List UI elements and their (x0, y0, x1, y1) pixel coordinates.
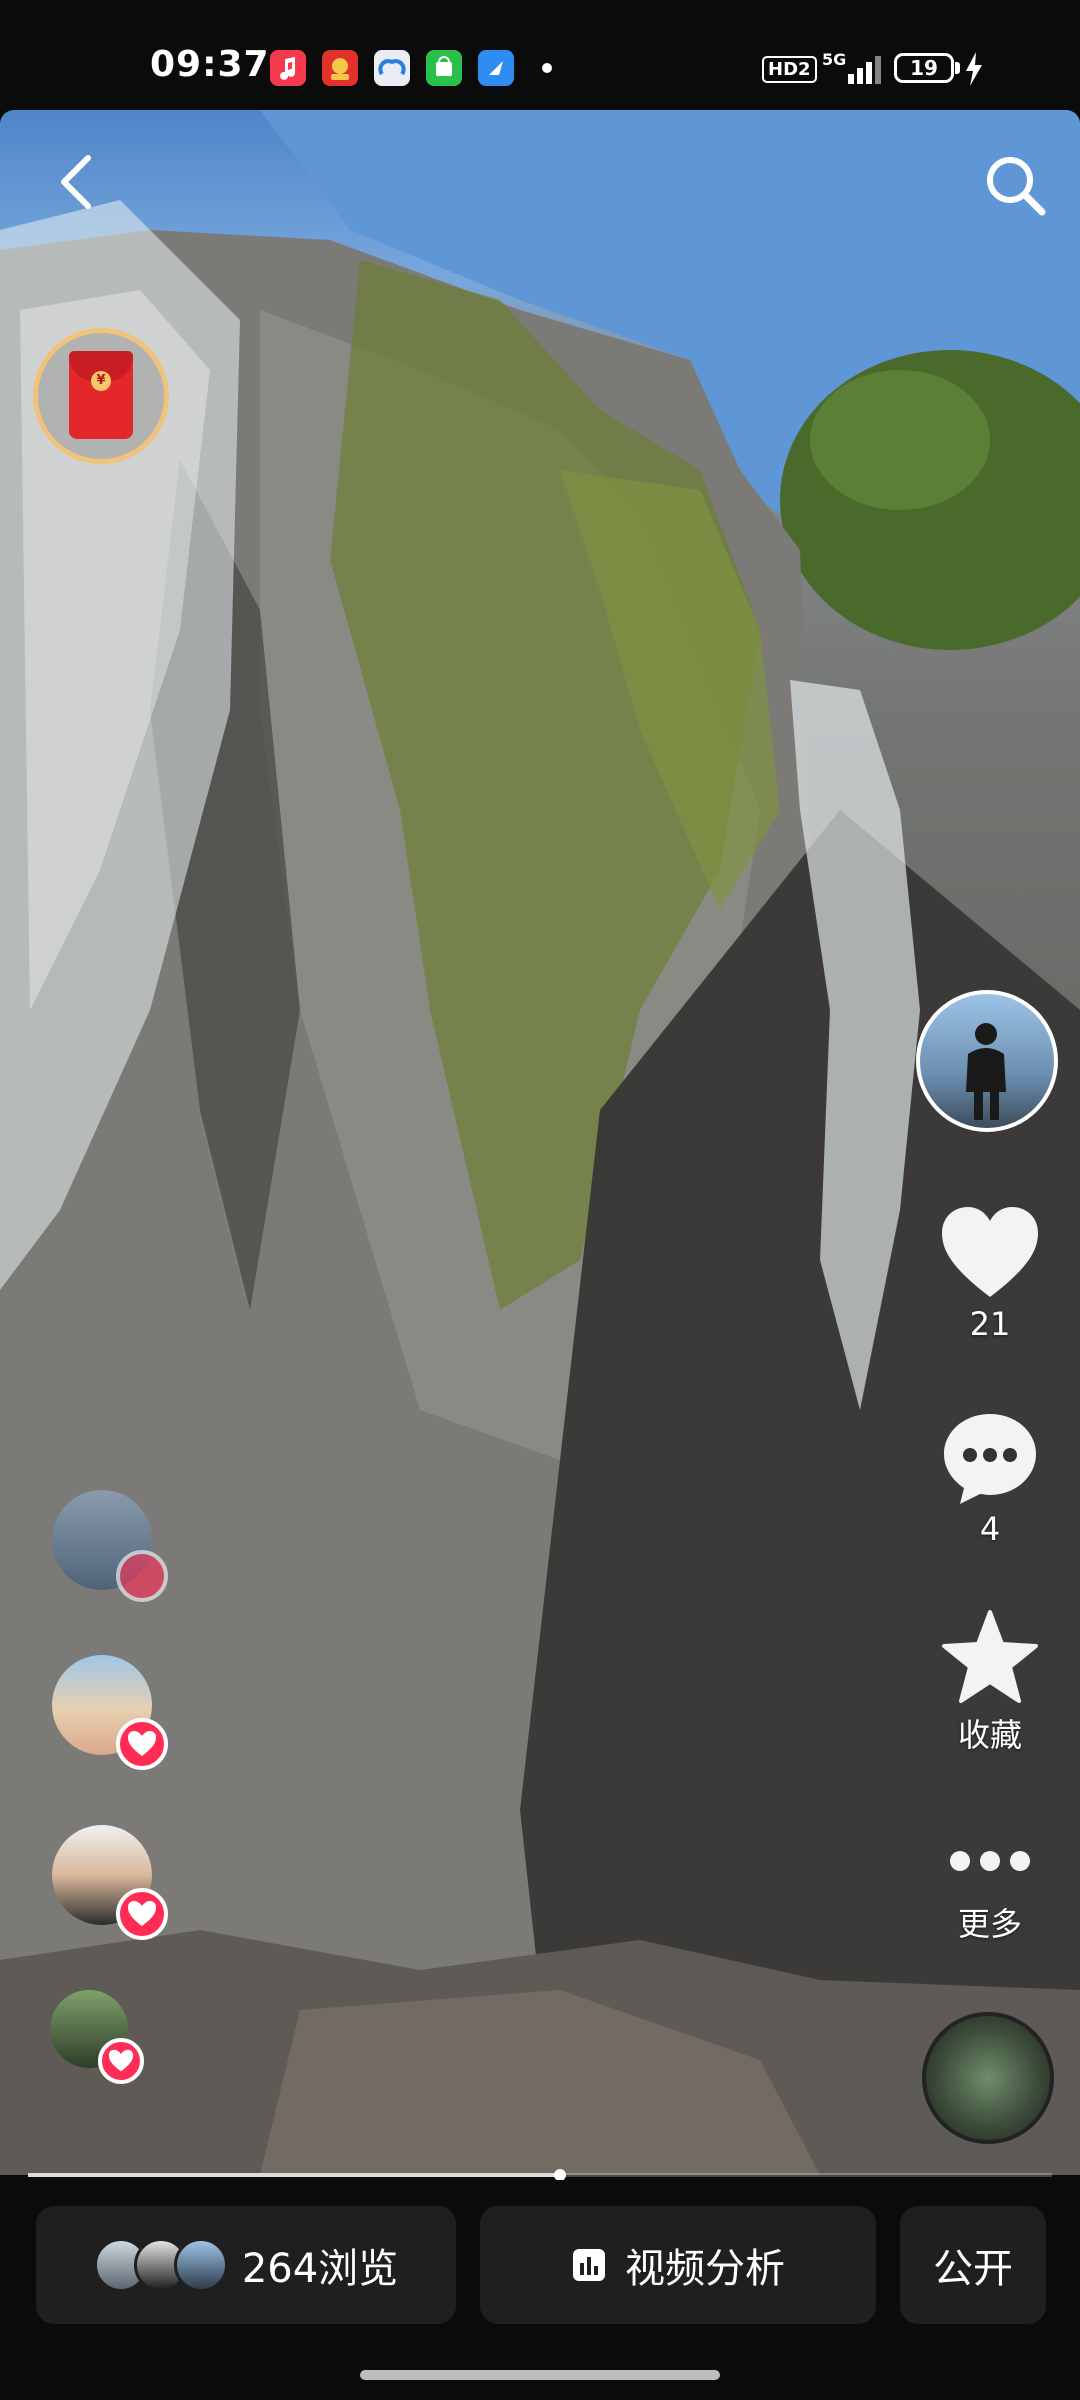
signal-icon (848, 54, 881, 84)
liker-heart-badge (98, 2038, 144, 2084)
favorite-button[interactable]: 收藏 (920, 1610, 1060, 1756)
network-type: 5G (822, 50, 847, 69)
video-progress-bar[interactable] (28, 2169, 1052, 2181)
browser-app-icon (478, 50, 514, 86)
comment-button[interactable]: 4 (920, 1410, 1060, 1548)
avatar-person-silhouette (966, 1023, 1006, 1120)
battery-icon: 19 (894, 53, 954, 83)
bottom-action-bar: 264浏览 视频分析 公开 (0, 2180, 1080, 2400)
bar-chart-icon (573, 2249, 605, 2281)
video-analysis-button[interactable]: 视频分析 (480, 2206, 876, 2324)
views-label: 264浏览 (241, 2246, 399, 2292)
video-progress-fill (28, 2173, 561, 2177)
home-indicator[interactable] (360, 2370, 720, 2380)
hd-badge: HD2 (762, 56, 817, 83)
back-icon[interactable] (52, 150, 102, 214)
privacy-button[interactable]: 公开 (900, 2206, 1046, 2324)
notification-dot (542, 63, 552, 73)
red-envelope-icon: ¥ (69, 351, 133, 439)
status-bar: 09:37 HD2 5G 19 (0, 0, 1080, 110)
red-packet-button[interactable]: ¥ (33, 328, 169, 464)
shop-app-icon (426, 50, 462, 86)
like-count: 21 (969, 1305, 1011, 1343)
video-player[interactable]: ¥ (0, 110, 1080, 2175)
viewer-avatar (173, 2238, 228, 2292)
star-icon (942, 1610, 1038, 1703)
charging-icon (966, 52, 982, 86)
author-avatar[interactable] (916, 990, 1058, 1132)
favorite-label: 收藏 (957, 1716, 1022, 1754)
liker-heart-badge (116, 1888, 168, 1940)
views-button[interactable]: 264浏览 (36, 2206, 456, 2324)
heart-icon (942, 1207, 1038, 1297)
viewer-avatars (93, 2238, 228, 2292)
music-app-icon (270, 50, 306, 86)
video-analysis-label: 视频分析 (625, 2246, 785, 2292)
battery-tip (955, 62, 960, 74)
lucky-app-icon (322, 50, 358, 86)
liker-heart-badge (116, 1550, 168, 1602)
more-button[interactable]: 更多 (920, 1835, 1060, 1945)
comment-count: 4 (979, 1510, 1001, 1548)
more-dots-icon (950, 1851, 1030, 1871)
cloud-app-icon (374, 50, 410, 86)
liker-heart-badge (116, 1718, 168, 1770)
status-time: 09:37 (150, 44, 270, 85)
more-label: 更多 (957, 1905, 1022, 1943)
yuan-coin-icon: ¥ (91, 371, 111, 391)
comment-icon (944, 1414, 1036, 1504)
music-disc[interactable] (922, 2012, 1054, 2144)
like-button[interactable]: 21 (920, 1205, 1060, 1343)
privacy-label: 公开 (933, 2246, 1013, 2292)
search-icon[interactable] (980, 150, 1050, 220)
